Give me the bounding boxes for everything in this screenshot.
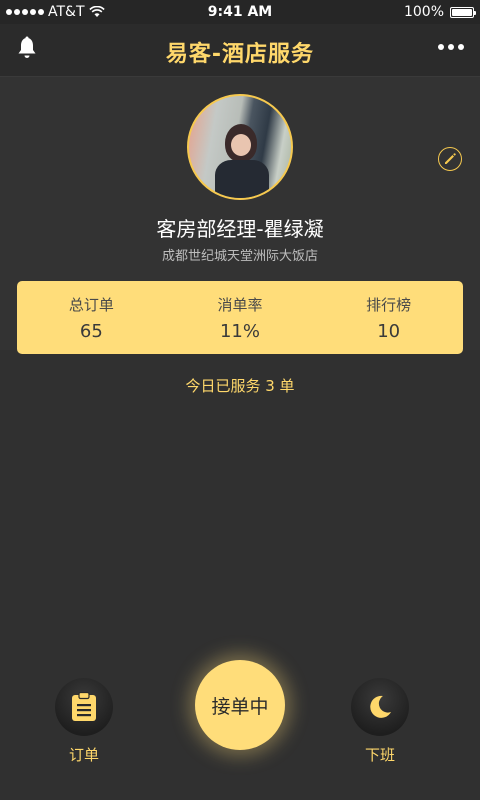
pencil-glyph [445, 153, 456, 164]
stat-label: 排行榜 [366, 295, 412, 314]
clipboard-icon [72, 692, 96, 721]
accepting-orders-button[interactable]: 接单中 [195, 660, 285, 750]
status-bar: AT&T 9:41 AM 100% [0, 0, 480, 24]
more-icon[interactable] [438, 44, 464, 50]
hotel-name: 成都世纪城天堂洲际大饭店 [161, 249, 318, 264]
page-title: 易客-酒店服务 [165, 42, 315, 67]
stat-label: 总订单 [68, 295, 114, 314]
stats-card: 总订单 65 消单率 11% 排行榜 10 [17, 281, 463, 354]
served-today-text: 今日已服务 3 单 [185, 377, 295, 395]
nav-bar: 易客-酒店服务 [0, 24, 480, 77]
pencil-icon[interactable] [438, 147, 462, 171]
stat-label: 消单率 [217, 295, 263, 314]
off-work-label[interactable]: 下班 [351, 744, 409, 765]
profile-section: 客房部经理-瞿绿凝 成都世纪城天堂洲际大饭店 总订单 65 消单率 11% 排行… [0, 77, 480, 354]
status-right: 100% [403, 4, 476, 20]
battery-icon [450, 6, 476, 18]
stat-total-orders[interactable]: 总订单 65 [21, 294, 161, 342]
avatar[interactable] [187, 94, 293, 200]
stat-value: 11% [219, 320, 260, 342]
moon-icon [370, 695, 391, 718]
orders-label[interactable]: 订单 [55, 744, 113, 765]
stat-value: 65 [79, 320, 103, 342]
stat-ranking[interactable]: 排行榜 10 [319, 294, 459, 342]
stat-value: 10 [377, 320, 401, 342]
battery-percent: 100% [403, 4, 444, 20]
stat-cancel-rate[interactable]: 消单率 11% [170, 294, 310, 342]
bottom-actions: 订单 接单中 下班 [0, 660, 480, 800]
off-work-button[interactable] [351, 678, 409, 736]
profile-name: 客房部经理-瞿绿凝 [156, 217, 324, 241]
orders-button[interactable] [55, 678, 113, 736]
